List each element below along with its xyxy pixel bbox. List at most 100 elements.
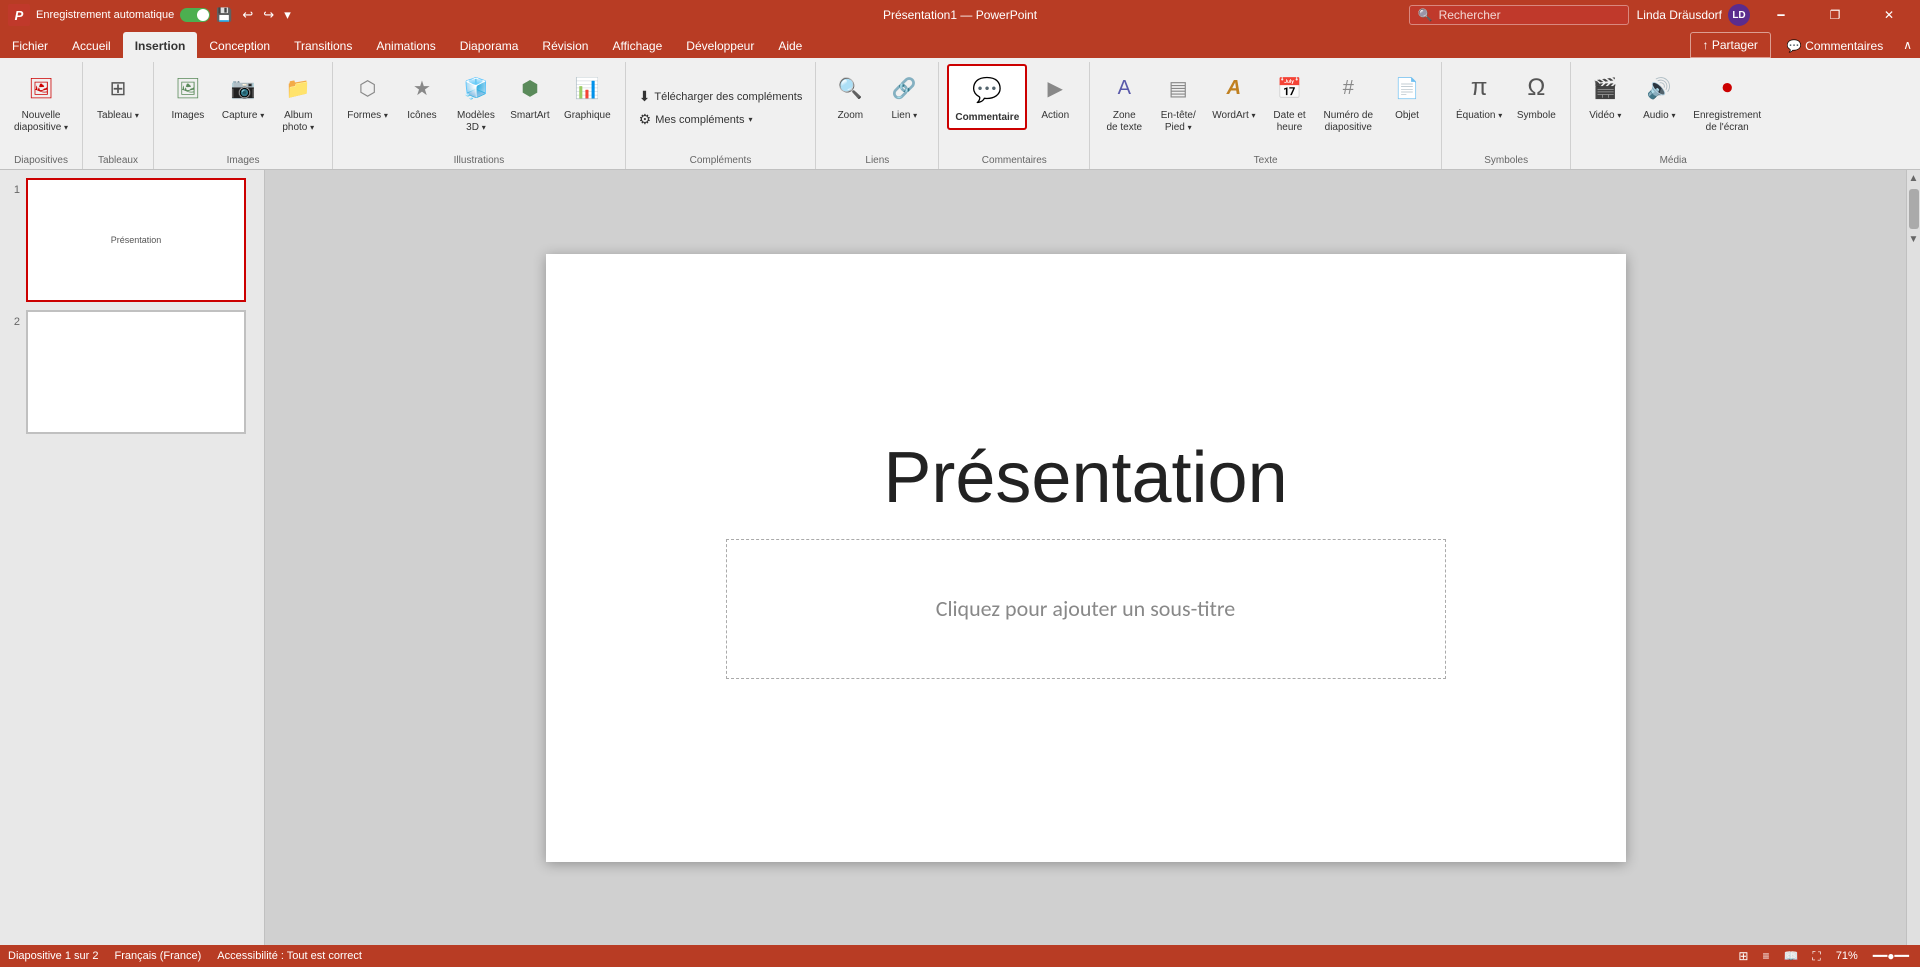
tab-fichier[interactable]: Fichier xyxy=(0,32,60,58)
view-slide-button[interactable]: ⛶ xyxy=(1809,949,1823,964)
tab-transitions[interactable]: Transitions xyxy=(282,32,364,58)
modeles3d-label: Modèles3D ▾ xyxy=(457,110,495,134)
telecharger-complements-button[interactable]: ⬇ Télécharger des compléments xyxy=(634,86,808,107)
tab-partager[interactable]: ↑ Partager xyxy=(1690,32,1771,58)
slide-thumb-title-1: Présentation xyxy=(111,235,162,245)
tab-conception[interactable]: Conception xyxy=(197,32,282,58)
group-label-complements: Compléments xyxy=(634,152,808,169)
zoom-button[interactable]: 🔍 Zoom xyxy=(824,64,876,126)
modeles3d-icon: 🧊 xyxy=(456,68,496,108)
slide-thumbnail-2[interactable] xyxy=(26,310,246,434)
mes-complements-button[interactable]: ⚙ Mes compléments ▾ xyxy=(634,109,758,130)
capture-label: Capture ▾ xyxy=(222,110,264,122)
action-label: Action xyxy=(1041,110,1069,122)
new-slide-button[interactable]: 🖼 Nouvellediapositive ▾ xyxy=(8,64,74,138)
view-reading-button[interactable]: 📖 xyxy=(1780,949,1801,963)
tab-developpeur[interactable]: Développeur xyxy=(674,32,766,58)
statusbar-left: Diapositive 1 sur 2 Français (France) Ac… xyxy=(8,950,362,962)
objet-icon: 📄 xyxy=(1387,68,1427,108)
action-button[interactable]: ▶ Action xyxy=(1029,64,1081,126)
lien-label: Lien ▾ xyxy=(891,110,917,122)
objet-button[interactable]: 📄 Objet xyxy=(1381,64,1433,126)
numero-diapo-icon: # xyxy=(1328,68,1368,108)
formes-button[interactable]: ⬡ Formes ▾ xyxy=(341,64,394,126)
customize-qat-button[interactable]: ▾ xyxy=(280,5,295,25)
symbole-button[interactable]: Ω Symbole xyxy=(1510,64,1562,126)
zoom-slider[interactable]: ━━●━━ xyxy=(1870,949,1912,963)
wordart-button[interactable]: A WordArt ▾ xyxy=(1206,64,1261,126)
telecharger-icon: ⬇ xyxy=(639,88,651,105)
search-input[interactable] xyxy=(1439,8,1619,22)
search-bar[interactable]: 🔍 xyxy=(1409,5,1629,25)
date-heure-button[interactable]: 📅 Date etheure xyxy=(1264,64,1316,138)
tab-accueil[interactable]: Accueil xyxy=(60,32,123,58)
right-scrollbar: ▲ ▼ xyxy=(1906,170,1920,945)
autosave-toggle[interactable] xyxy=(180,8,210,22)
table-label: Tableau ▾ xyxy=(97,110,139,122)
smartart-label: SmartArt xyxy=(510,110,549,122)
ribbon: 🖼 Nouvellediapositive ▾ Diapositives ⊞ T… xyxy=(0,58,1920,170)
entete-pied-button[interactable]: ▤ En-tête/Pied ▾ xyxy=(1152,64,1204,138)
graphique-button[interactable]: 📊 Graphique xyxy=(558,64,617,126)
group-label-media: Média xyxy=(1579,152,1767,169)
capture-button[interactable]: 📷 Capture ▾ xyxy=(216,64,270,126)
album-label: Albumphoto ▾ xyxy=(282,110,314,134)
tab-affichage[interactable]: Affichage xyxy=(600,32,674,58)
user-area: Linda Dräusdorf LD xyxy=(1637,4,1750,26)
slide-thumbnail-1[interactable]: Présentation xyxy=(26,178,246,302)
collapse-ribbon-button[interactable]: ∧ xyxy=(1895,32,1920,58)
slide-subtitle-box[interactable]: Cliquez pour ajouter un sous-titre xyxy=(726,539,1446,679)
video-button[interactable]: 🎬 Vidéo ▾ xyxy=(1579,64,1631,126)
scroll-down-button[interactable]: ▼ xyxy=(1906,231,1920,248)
icones-button[interactable]: ★ Icônes xyxy=(396,64,448,126)
statusbar-right: ⊞ ≡ 📖 ⛶ 71% ━━●━━ xyxy=(1735,949,1912,964)
album-button[interactable]: 📁 Albumphoto ▾ xyxy=(272,64,324,138)
numero-diapo-label: Numéro dediapositive xyxy=(1324,110,1373,134)
ribbon-tabs: Fichier Accueil Insertion Conception Tra… xyxy=(0,30,1920,58)
group-label-commentaires: Commentaires xyxy=(947,152,1081,169)
tab-revision[interactable]: Révision xyxy=(530,32,600,58)
tab-aide[interactable]: Aide xyxy=(766,32,814,58)
slide-title[interactable]: Présentation xyxy=(883,437,1287,519)
numero-diapo-button[interactable]: # Numéro dediapositive xyxy=(1318,64,1379,138)
lien-icon: 🔗 xyxy=(884,68,924,108)
images-button[interactable]: 🖼 Images xyxy=(162,64,214,126)
group-media: 🎬 Vidéo ▾ 🔊 Audio ▾ ⏺ Enregistrementde l… xyxy=(1571,62,1775,169)
tab-animations[interactable]: Animations xyxy=(364,32,447,58)
group-label-texte: Texte xyxy=(1098,152,1433,169)
new-slide-label: Nouvellediapositive ▾ xyxy=(14,110,68,134)
formes-icon: ⬡ xyxy=(348,68,388,108)
table-button[interactable]: ⊞ Tableau ▾ xyxy=(91,64,145,126)
modeles3d-button[interactable]: 🧊 Modèles3D ▾ xyxy=(450,64,502,138)
view-outline-button[interactable]: ≡ xyxy=(1759,949,1772,963)
commentaire-button[interactable]: 💬 Commentaire xyxy=(947,64,1027,130)
slide-panel: 1 Présentation 2 xyxy=(0,170,265,945)
equation-button[interactable]: π Équation ▾ xyxy=(1450,64,1508,126)
tab-diaporama[interactable]: Diaporama xyxy=(448,32,531,58)
close-button[interactable]: ✕ xyxy=(1866,0,1912,30)
save-button[interactable]: 💾 xyxy=(212,5,236,25)
enreg-ecran-label: Enregistrementde l'écran xyxy=(1693,110,1761,134)
equation-label: Équation ▾ xyxy=(1456,110,1502,122)
tab-commentaires[interactable]: 💬 Commentaires xyxy=(1775,32,1895,58)
zone-texte-button[interactable]: A Zonede texte xyxy=(1098,64,1150,138)
redo-button[interactable]: ↪ xyxy=(259,5,278,25)
scroll-up-button[interactable]: ▲ xyxy=(1906,170,1920,187)
enreg-ecran-button[interactable]: ⏺ Enregistrementde l'écran xyxy=(1687,64,1767,138)
lien-button[interactable]: 🔗 Lien ▾ xyxy=(878,64,930,126)
view-normal-button[interactable]: ⊞ xyxy=(1735,949,1751,963)
minimize-button[interactable]: 🗕 xyxy=(1758,0,1804,30)
audio-button[interactable]: 🔊 Audio ▾ xyxy=(1633,64,1685,126)
smartart-button[interactable]: ⬢ SmartArt xyxy=(504,64,556,126)
slide-number-2: 2 xyxy=(6,316,20,328)
undo-button[interactable]: ↩ xyxy=(238,5,257,25)
wordart-icon: A xyxy=(1214,68,1254,108)
zoom-icon: 🔍 xyxy=(830,68,870,108)
restore-button[interactable]: ❐ xyxy=(1812,0,1858,30)
scroll-thumb[interactable] xyxy=(1909,189,1919,229)
tab-insertion[interactable]: Insertion xyxy=(123,32,198,58)
titlebar-center: Présentation1 — PowerPoint xyxy=(883,8,1037,22)
graphique-icon: 📊 xyxy=(567,68,607,108)
mescomp-icon: ⚙ xyxy=(639,111,652,128)
audio-label: Audio ▾ xyxy=(1643,110,1675,122)
